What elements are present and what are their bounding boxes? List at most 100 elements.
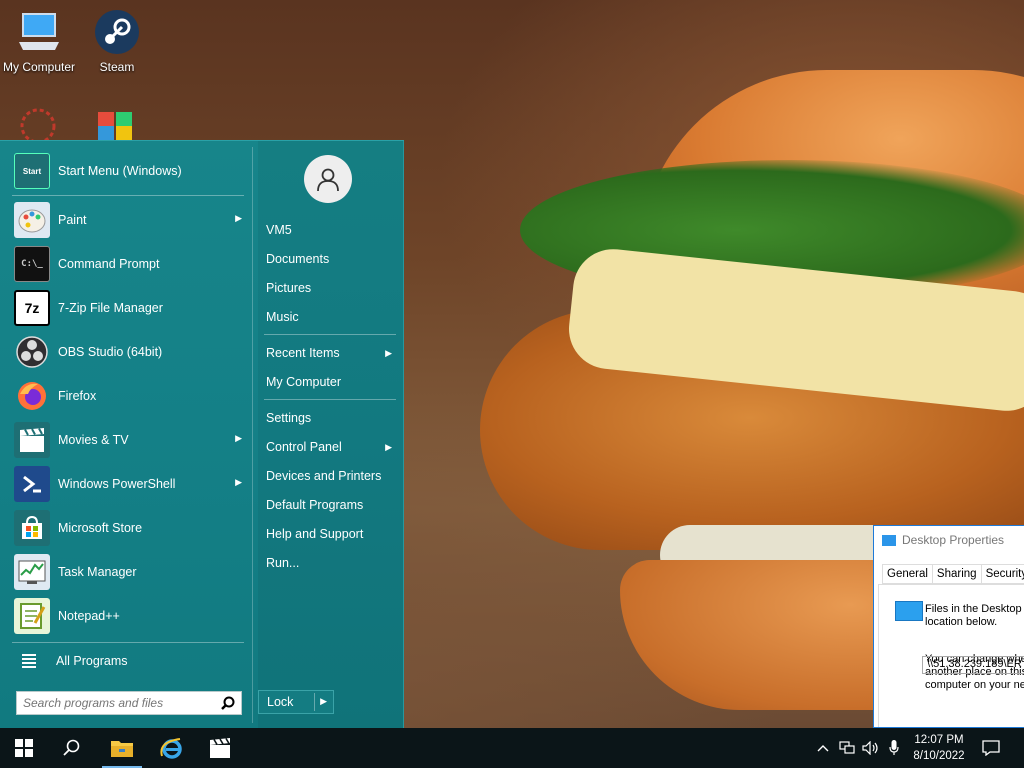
place-my-computer[interactable]: My Computer: [266, 371, 396, 393]
powershell-icon: [14, 466, 50, 502]
my-computer-icon: [15, 8, 63, 56]
program-movies-tv[interactable]: Movies & TV ▶: [8, 418, 248, 462]
program-label: Notepad++: [58, 609, 120, 623]
location-path-field[interactable]: \\51.38.239.189\ER: [922, 656, 1024, 674]
program-notepadpp[interactable]: Notepad++: [8, 594, 248, 638]
place-pictures[interactable]: Pictures: [266, 277, 396, 299]
tab-bar: General Sharing Security: [882, 564, 1024, 584]
place-default-programs[interactable]: Default Programs: [266, 494, 396, 516]
7zip-icon: 7z: [14, 290, 50, 326]
program-7zip[interactable]: 7z 7-Zip File Manager: [8, 286, 248, 330]
program-label: 7-Zip File Manager: [58, 301, 163, 315]
desktop-icon-partial-1[interactable]: [18, 104, 58, 144]
tab-general[interactable]: General: [882, 564, 933, 583]
separator: [264, 334, 396, 335]
all-programs-button[interactable]: All Programs: [8, 645, 248, 677]
place-settings[interactable]: Settings: [266, 407, 396, 429]
tab-security[interactable]: Security: [980, 564, 1024, 583]
program-label: Paint: [58, 213, 87, 227]
clock[interactable]: 12:07 PM 8/10/2022: [898, 732, 980, 764]
desktop-icon-steam[interactable]: Steam: [74, 8, 160, 74]
taskbar-internet-explorer[interactable]: [148, 728, 196, 768]
separator: [264, 399, 396, 400]
submenu-arrow-icon: ▶: [235, 477, 242, 487]
program-label: Firefox: [58, 389, 97, 403]
program-label: Command Prompt: [58, 257, 160, 271]
show-hidden-icons[interactable]: [812, 728, 834, 768]
program-powershell[interactable]: Windows PowerShell ▶: [8, 462, 248, 506]
desktop-icon-my-computer[interactable]: My Computer: [0, 8, 82, 74]
all-programs-label: All Programs: [56, 654, 128, 668]
clapperboard-icon: [210, 738, 230, 758]
program-task-manager[interactable]: Task Manager: [8, 550, 248, 594]
search-icon[interactable]: [221, 696, 235, 715]
taskbar-file-explorer[interactable]: [98, 728, 146, 768]
tab-sharing[interactable]: Sharing: [931, 564, 982, 583]
start-menu-icon: Start: [14, 153, 50, 189]
place-label: Recent Items: [266, 346, 340, 360]
window-title: Desktop Properties: [902, 533, 1005, 547]
internet-explorer-icon: [160, 738, 182, 759]
program-label: OBS Studio (64bit): [58, 345, 163, 359]
info-text: computer on your net: [925, 679, 1024, 691]
app-icon: [20, 108, 56, 144]
submenu-arrow-icon: ▶: [385, 348, 392, 358]
desktop-icon-partial-2[interactable]: [94, 104, 140, 140]
program-label: Start Menu (Windows): [58, 164, 182, 178]
place-control-panel[interactable]: Control Panel ▶: [266, 436, 396, 458]
list-icon: [22, 652, 36, 670]
clock-time: 12:07 PM: [914, 734, 964, 746]
program-label: Windows PowerShell: [58, 477, 176, 491]
notification-icon: [982, 740, 1000, 756]
user-avatar[interactable]: [304, 155, 352, 203]
action-center-button[interactable]: [980, 728, 1002, 768]
lock-options-arrow-icon[interactable]: ▶: [320, 696, 327, 707]
place-music[interactable]: Music: [266, 306, 396, 328]
command-prompt-icon: C:\_: [14, 246, 50, 282]
clock-date: 8/10/2022: [913, 750, 965, 762]
program-label: Movies & TV: [58, 433, 129, 447]
place-user[interactable]: VM5: [266, 219, 396, 241]
installer-icon: [98, 112, 132, 140]
taskbar-movies-tv[interactable]: [196, 728, 244, 768]
program-label: Microsoft Store: [58, 521, 143, 535]
search-input[interactable]: [17, 692, 207, 714]
paint-icon: [14, 202, 50, 238]
window-titlebar[interactable]: Desktop Properties: [874, 526, 1024, 554]
program-start-menu-windows[interactable]: Start Start Menu (Windows): [8, 149, 248, 193]
place-help-support[interactable]: Help and Support: [266, 523, 396, 545]
firefox-icon: [14, 378, 50, 414]
place-recent-items[interactable]: Recent Items ▶: [266, 342, 396, 364]
search-button[interactable]: [48, 728, 96, 768]
program-obs[interactable]: OBS Studio (64bit): [8, 330, 248, 374]
desktop-icon-label: My Computer: [2, 60, 76, 74]
file-explorer-icon: [111, 741, 133, 757]
store-icon: [14, 510, 50, 546]
submenu-arrow-icon: ▶: [235, 213, 242, 223]
chevron-up-icon: [817, 745, 829, 752]
separator: [12, 195, 244, 196]
program-firefox[interactable]: Firefox: [8, 374, 248, 418]
place-run[interactable]: Run...: [266, 552, 396, 574]
search-box[interactable]: [16, 691, 242, 715]
program-command-prompt[interactable]: C:\_ Command Prompt: [8, 242, 248, 286]
volume-control[interactable]: [860, 728, 882, 768]
info-text: location below.: [925, 616, 998, 628]
start-menu-places: VM5 Documents Pictures Music Recent Item…: [258, 141, 404, 729]
movies-tv-icon: [14, 422, 50, 458]
steam-icon: [93, 8, 141, 56]
start-menu-program-list: Start Start Menu (Windows) Paint ▶ C:\_ …: [8, 149, 248, 677]
place-documents[interactable]: Documents: [266, 248, 396, 270]
submenu-arrow-icon: ▶: [385, 442, 392, 452]
column-divider: [252, 147, 253, 723]
program-microsoft-store[interactable]: Microsoft Store: [8, 506, 248, 550]
network-status[interactable]: [836, 728, 858, 768]
user-icon: [317, 168, 339, 192]
place-devices-printers[interactable]: Devices and Printers: [266, 465, 396, 487]
start-button[interactable]: [0, 728, 48, 768]
lock-button[interactable]: Lock ▶: [258, 690, 334, 714]
program-paint[interactable]: Paint ▶: [8, 198, 248, 242]
info-text: Files in the Desktop fo: [925, 603, 1024, 615]
speaker-icon: [862, 741, 878, 755]
separator: [12, 642, 244, 643]
